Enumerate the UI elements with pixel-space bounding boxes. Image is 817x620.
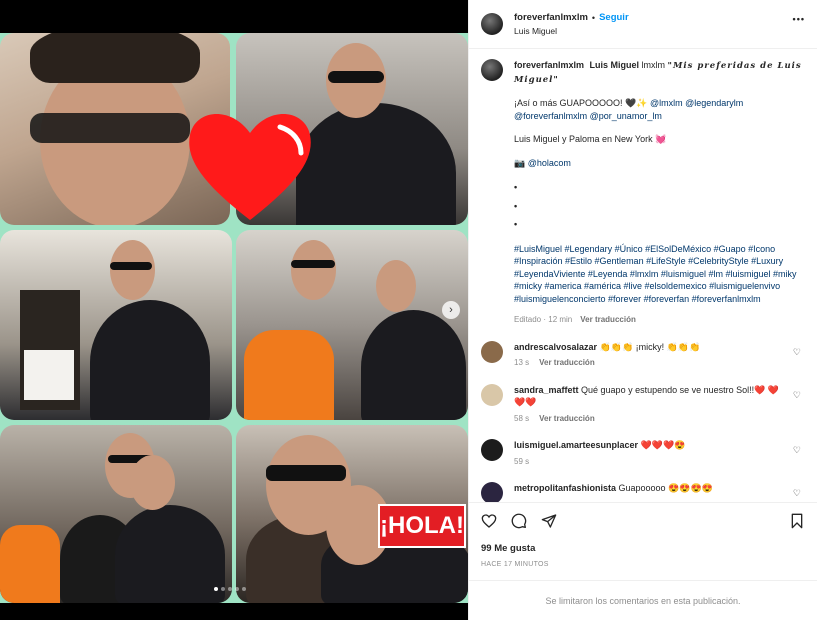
translate-link[interactable]: Ver traducción (539, 357, 595, 370)
comment-username[interactable]: andrescalvosalazar (514, 342, 597, 352)
carousel-dot (221, 587, 225, 591)
avatar[interactable] (481, 383, 503, 406)
next-photo-button[interactable]: › (442, 301, 460, 319)
like-heart-icon[interactable] (481, 513, 497, 529)
bullet: • (514, 219, 518, 229)
author-username[interactable]: foreverfanlmxlm (514, 12, 588, 23)
post-actions: 99 Me gusta HACE 17 MINUTOS (469, 502, 817, 580)
carousel-dot (214, 587, 218, 591)
carousel-dot (235, 587, 239, 591)
bullet: • (514, 200, 518, 211)
avatar[interactable] (481, 59, 503, 81)
post-caption: foreverfanlmxlm Luis Miguel lmxlm "𝑴𝒊𝒔 𝒑… (481, 59, 805, 327)
carousel-dot (228, 587, 232, 591)
chevron-right-icon: › (449, 304, 453, 316)
comment-time: 58 s (514, 413, 530, 423)
caption-line: Luis Miguel y Paloma en New York 💓 (514, 134, 667, 144)
heart-icon (189, 114, 311, 220)
post-media[interactable]: ¡HOLA! › (0, 0, 468, 620)
avatar[interactable] (481, 340, 503, 363)
comment-item: luismiguel.amarteesunplacer ❤️❤️❤️😍 59 s… (481, 439, 805, 468)
caption-line: ¡Así o más GUAPOOOOO! 🖤✨ (514, 98, 650, 108)
separator-dot: • (591, 12, 596, 23)
comment-item: metropolitanfashionista Guapooooo 😍😍😍😍 ♡ (481, 482, 805, 502)
like-count[interactable]: 99 Me gusta (481, 543, 805, 554)
avatar[interactable] (481, 482, 503, 502)
heart-outline-icon[interactable]: ♡ (793, 445, 801, 456)
collage-photo-airport (236, 230, 468, 420)
camera-icon: 📷 (514, 157, 528, 168)
heart-outline-icon[interactable]: ♡ (793, 347, 801, 358)
heart-outline-icon[interactable]: ♡ (793, 390, 801, 401)
more-options-icon[interactable]: ••• (793, 14, 805, 24)
comment-text: 👏👏👏 ¡micky! 👏👏👏 (597, 341, 701, 352)
caption-name-suffix: lmxlm (639, 60, 668, 70)
comment-time: 13 s (514, 358, 530, 367)
carousel-indicator (214, 587, 246, 591)
avatar[interactable] (481, 439, 503, 461)
comment-username[interactable]: metropolitanfashionista (514, 483, 616, 493)
caption-bold-name: Luis Miguel (589, 60, 640, 70)
post-header: foreverfanlmxlm • Seguir Luis Miguel ••• (469, 0, 817, 49)
avatar[interactable] (481, 13, 503, 35)
translate-link[interactable]: Ver traducción (539, 413, 595, 426)
post-details-panel: foreverfanlmxlm • Seguir Luis Miguel •••… (468, 0, 817, 620)
carousel-dot (242, 587, 246, 591)
comment-icon[interactable] (511, 513, 527, 529)
caption-mention[interactable]: @holacom (528, 158, 571, 168)
bookmark-icon[interactable] (789, 513, 805, 529)
share-icon[interactable] (541, 513, 557, 529)
location-label[interactable]: Luis Miguel (514, 26, 629, 36)
follow-button[interactable]: Seguir (599, 12, 629, 23)
comment-username[interactable]: luismiguel.amarteesunplacer (514, 440, 638, 450)
comments-limited-notice: Se limitaron los comentarios en esta pub… (469, 580, 817, 620)
comment-text: Guapooooo 😍😍😍😍 (616, 483, 713, 493)
bullet: • (514, 182, 518, 192)
comment-text: ❤️❤️❤️😍 (638, 440, 686, 450)
heart-outline-icon[interactable]: ♡ (793, 488, 801, 499)
comment-item: andrescalvosalazar 👏👏👏 ¡micky! 👏👏👏 13 s V… (481, 340, 805, 370)
collage-photo-group (0, 425, 232, 603)
caption-username[interactable]: foreverfanlmxlm (514, 60, 584, 70)
collage-photo-doorway (0, 230, 232, 420)
edited-timestamp: Editado · 12 min (514, 315, 573, 324)
comments-scroll-area[interactable]: foreverfanlmxlm Luis Miguel lmxlm "𝑴𝒊𝒔 𝒑… (469, 49, 817, 502)
post-timestamp: HACE 17 MINUTOS (481, 561, 549, 568)
comment-item: sandra_maffett Qué guapo y estupendo se … (481, 383, 805, 426)
caption-hashtags[interactable]: #LuisMiguel #Legendary #Único #ElSolDeMé… (514, 243, 804, 306)
comment-username[interactable]: sandra_maffett (514, 385, 579, 395)
hola-logo: ¡HOLA! (378, 504, 466, 548)
comment-time: 59 s (514, 456, 530, 466)
translate-link[interactable]: Ver traducción (580, 314, 636, 327)
